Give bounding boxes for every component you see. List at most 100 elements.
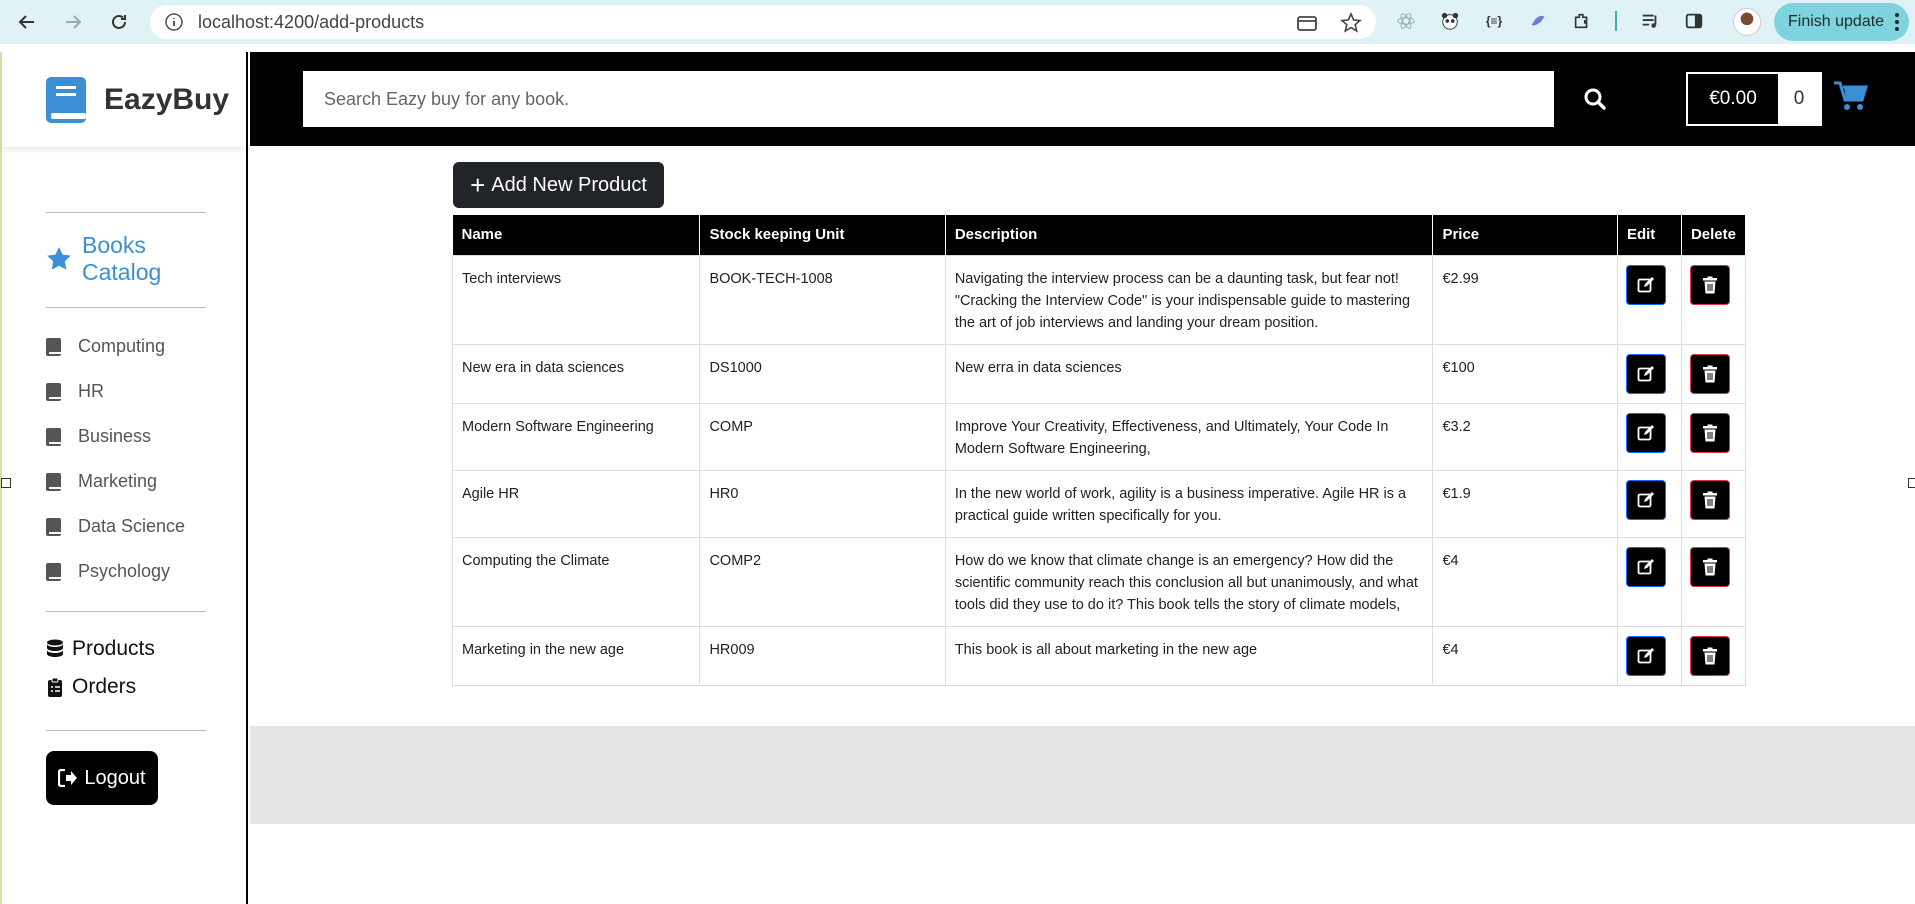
edit-button[interactable] [1626,354,1665,393]
cell-sku: COMP2 [699,536,946,627]
delete-button[interactable] [1690,547,1729,586]
sidepanel-icon[interactable] [1683,10,1705,32]
cart-icon[interactable] [1834,80,1868,112]
cell-description: Improve Your Creativity, Effectiveness, … [944,402,1434,471]
card-icon[interactable] [1296,12,1318,34]
cart-summary[interactable]: €0.00 0 [1686,72,1822,126]
cart-count: 0 [1778,74,1820,124]
sidebar-item-data-science[interactable]: Data Science [46,516,185,537]
sidebar-item-label: Business [78,426,152,446]
footer-band [250,726,1915,824]
sidebar-item-label: Computing [78,336,166,356]
cell-delete [1680,254,1747,345]
cart-total: €0.00 [1688,74,1778,124]
edit-button[interactable] [1626,636,1665,675]
cell-name: Computing the Climate [451,536,701,627]
divider [46,212,206,213]
search-button[interactable] [1580,84,1610,114]
cell-price: €2.99 [1432,254,1618,345]
delete-button[interactable] [1690,265,1729,304]
book-icon [46,562,61,581]
cell-description: How do we know that climate change is an… [944,536,1434,627]
delete-button[interactable] [1690,413,1729,452]
extension-icon[interactable] [1527,10,1549,32]
sidebar: EazyBuy Books Catalog Computing HR Busin… [0,52,248,904]
table-row: Tech interviews BOOK-TECH-1008 Navigatin… [451,254,1747,345]
add-new-product-button[interactable]: + Add New Product [453,162,664,208]
orders-label: Orders [72,675,137,698]
cell-sku: DS1000 [699,343,946,404]
search-icon [1584,88,1606,110]
book-icon [46,472,61,491]
edit-icon [1637,491,1654,507]
edit-button[interactable] [1626,265,1665,304]
back-button[interactable] [12,7,42,37]
media-icon[interactable] [1639,10,1661,32]
edit-button[interactable] [1626,547,1665,586]
finish-update-button[interactable]: Finish update [1774,3,1909,41]
resize-handle-right[interactable] [1908,478,1915,488]
sidebar-item-computing[interactable]: Computing [46,336,165,357]
trash-icon [1702,491,1717,508]
info-icon[interactable] [164,12,184,32]
reload-button[interactable] [104,7,134,37]
book-icon [46,337,61,356]
sidebar-item-label: HR [78,381,104,401]
cell-sku: BOOK-TECH-1008 [699,254,946,345]
edit-button[interactable] [1626,413,1665,452]
edit-button[interactable] [1626,480,1665,519]
book-icon [46,382,61,401]
search-input[interactable] [303,71,1554,127]
divider-icon [1615,11,1617,31]
address-bar[interactable]: localhost:4200/add-products [150,5,1376,39]
forward-button[interactable] [58,7,88,37]
cell-sku: HR0 [699,469,946,538]
logout-icon [58,769,78,787]
delete-button[interactable] [1690,480,1729,519]
cell-description: In the new world of work, agility is a b… [944,469,1434,538]
star-icon[interactable] [1340,12,1362,34]
sidebar-item-label: Marketing [78,471,158,491]
puzzle-icon[interactable] [1571,10,1593,32]
delete-button[interactable] [1690,636,1729,675]
sidebar-item-label: Data Science [78,516,186,536]
sidebar-item-orders[interactable]: Orders [46,675,136,699]
sidebar-item-marketing[interactable]: Marketing [46,471,157,492]
logout-button[interactable]: Logout [46,751,158,805]
sidebar-item-hr[interactable]: HR [46,381,104,402]
sidebar-item-psychology[interactable]: Psychology [46,561,170,582]
cell-sku: HR009 [699,625,946,686]
sidebar-item-products[interactable]: Products [46,637,155,661]
cell-description: Navigating the interview process can be … [944,254,1434,345]
cell-name: Tech interviews [451,254,701,345]
books-catalog-link[interactable]: Books Catalog [46,232,192,286]
brand[interactable]: EazyBuy [2,52,246,148]
cell-sku: COMP [699,402,946,471]
logout-label: Logout [84,766,146,789]
delete-button[interactable] [1690,354,1729,393]
cell-name: New era in data sciences [451,343,701,404]
cell-edit [1616,254,1682,345]
cell-name: Modern Software Engineering [451,402,701,471]
panda-icon[interactable] [1439,10,1461,32]
json-extension-icon[interactable]: {≡} [1483,10,1505,32]
resize-handle-left[interactable] [1,478,11,488]
url-text[interactable]: localhost:4200/add-products [198,12,424,33]
table-row: Computing the Climate COMP2 How do we kn… [451,536,1747,627]
forward-icon [66,15,82,29]
cell-edit [1616,536,1682,627]
table-header-row: Name Stock keeping Unit Description Pric… [452,215,1747,255]
cell-name: Marketing in the new age [451,625,701,686]
column-header-name: Name [452,215,701,255]
edit-icon [1637,276,1654,292]
edit-icon [1637,365,1654,381]
divider [46,611,206,612]
top-header: €0.00 0 [250,52,1915,146]
react-icon[interactable] [1395,10,1417,32]
edit-icon [1637,647,1654,663]
profile-avatar[interactable] [1733,8,1761,36]
browser-toolbar: localhost:4200/add-products {≡} Finish u… [0,0,1915,44]
sidebar-item-business[interactable]: Business [46,426,151,447]
cell-description: New erra in data sciences [944,343,1434,404]
cell-price: €4 [1432,625,1618,686]
